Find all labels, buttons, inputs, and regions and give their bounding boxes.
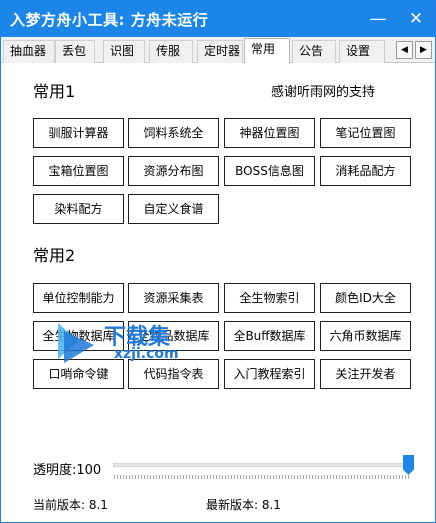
minimize-button[interactable]: —	[363, 6, 393, 32]
chest-map-button[interactable]: 宝箱位置图	[33, 156, 124, 186]
tab-settings[interactable]: 设置	[339, 40, 385, 63]
tab-scroll-right-button[interactable]: ▶	[415, 41, 432, 59]
section-title-common1: 常用1	[33, 82, 76, 101]
latest-version: 最新版本: 8.1	[206, 498, 281, 512]
window-title: 入梦方舟小工具: 方舟未运行	[10, 11, 209, 29]
note-map-button[interactable]: 笔记位置图	[320, 118, 411, 148]
resource-map-button[interactable]: 资源分布图	[128, 156, 219, 186]
tab-timer[interactable]: 定时器	[197, 40, 243, 63]
creature-index-button[interactable]: 全生物索引	[224, 283, 315, 313]
tab-common[interactable]: 常用	[244, 38, 290, 64]
tutorial-index-button[interactable]: 入门教程索引	[224, 359, 315, 389]
tab-announcement[interactable]: 公告	[292, 40, 336, 63]
opacity-slider-thumb[interactable]	[403, 455, 414, 475]
watermark-logo-icon	[58, 323, 94, 363]
watermark: 下载集 xzji.com	[56, 319, 206, 369]
watermark-url: xzji.com	[114, 346, 179, 362]
opacity-slider[interactable]	[113, 463, 411, 467]
tab-image-recognition[interactable]: 识图	[103, 40, 145, 63]
current-version: 当前版本: 8.1	[33, 498, 108, 512]
opacity-caption: 透明度:	[33, 463, 77, 478]
opacity-slider-ticks	[114, 475, 410, 479]
thanks-text: 感谢听雨网的支持	[271, 85, 376, 100]
section-title-common2: 常用2	[33, 246, 76, 265]
dye-recipe-button[interactable]: 染料配方	[33, 194, 124, 224]
boss-info-button[interactable]: BOSS信息图	[224, 156, 315, 186]
feed-system-button[interactable]: 饲料系统全	[128, 118, 219, 148]
follow-developer-button[interactable]: 关注开发者	[320, 359, 411, 389]
tab-bar: 抽血器 丢包 识图 传服 定时器 常用 公告 设置 ◀ ▶	[1, 37, 435, 64]
buff-database-button[interactable]: 全Buff数据库	[224, 321, 315, 351]
tab-scroll-left-button[interactable]: ◀	[396, 41, 413, 59]
artifact-map-button[interactable]: 神器位置图	[224, 118, 315, 148]
taming-calculator-button[interactable]: 驯服计算器	[33, 118, 124, 148]
title-bar[interactable]: 入梦方舟小工具: 方舟未运行 — ✕	[1, 1, 435, 37]
app-window: 入梦方舟小工具: 方舟未运行 — ✕ 抽血器 丢包 识图 传服 定时器 常用 公…	[0, 0, 436, 523]
tab-packet-loss[interactable]: 丢包	[55, 40, 95, 63]
consumable-recipe-button[interactable]: 消耗品配方	[320, 156, 411, 186]
tab-blood-extractor[interactable]: 抽血器	[3, 40, 55, 63]
tab-server-transfer[interactable]: 传服	[149, 40, 193, 63]
resource-gathering-button[interactable]: 资源采集表	[128, 283, 219, 313]
opacity-value: 100	[76, 463, 102, 478]
custom-recipe-button[interactable]: 自定义食谱	[128, 194, 219, 224]
close-button[interactable]: ✕	[401, 6, 431, 32]
opacity-label: 透明度:100	[33, 459, 101, 478]
hexagon-database-button[interactable]: 六角币数据库	[320, 321, 411, 351]
color-id-button[interactable]: 颜色ID大全	[320, 283, 411, 313]
unit-control-button[interactable]: 单位控制能力	[33, 283, 124, 313]
